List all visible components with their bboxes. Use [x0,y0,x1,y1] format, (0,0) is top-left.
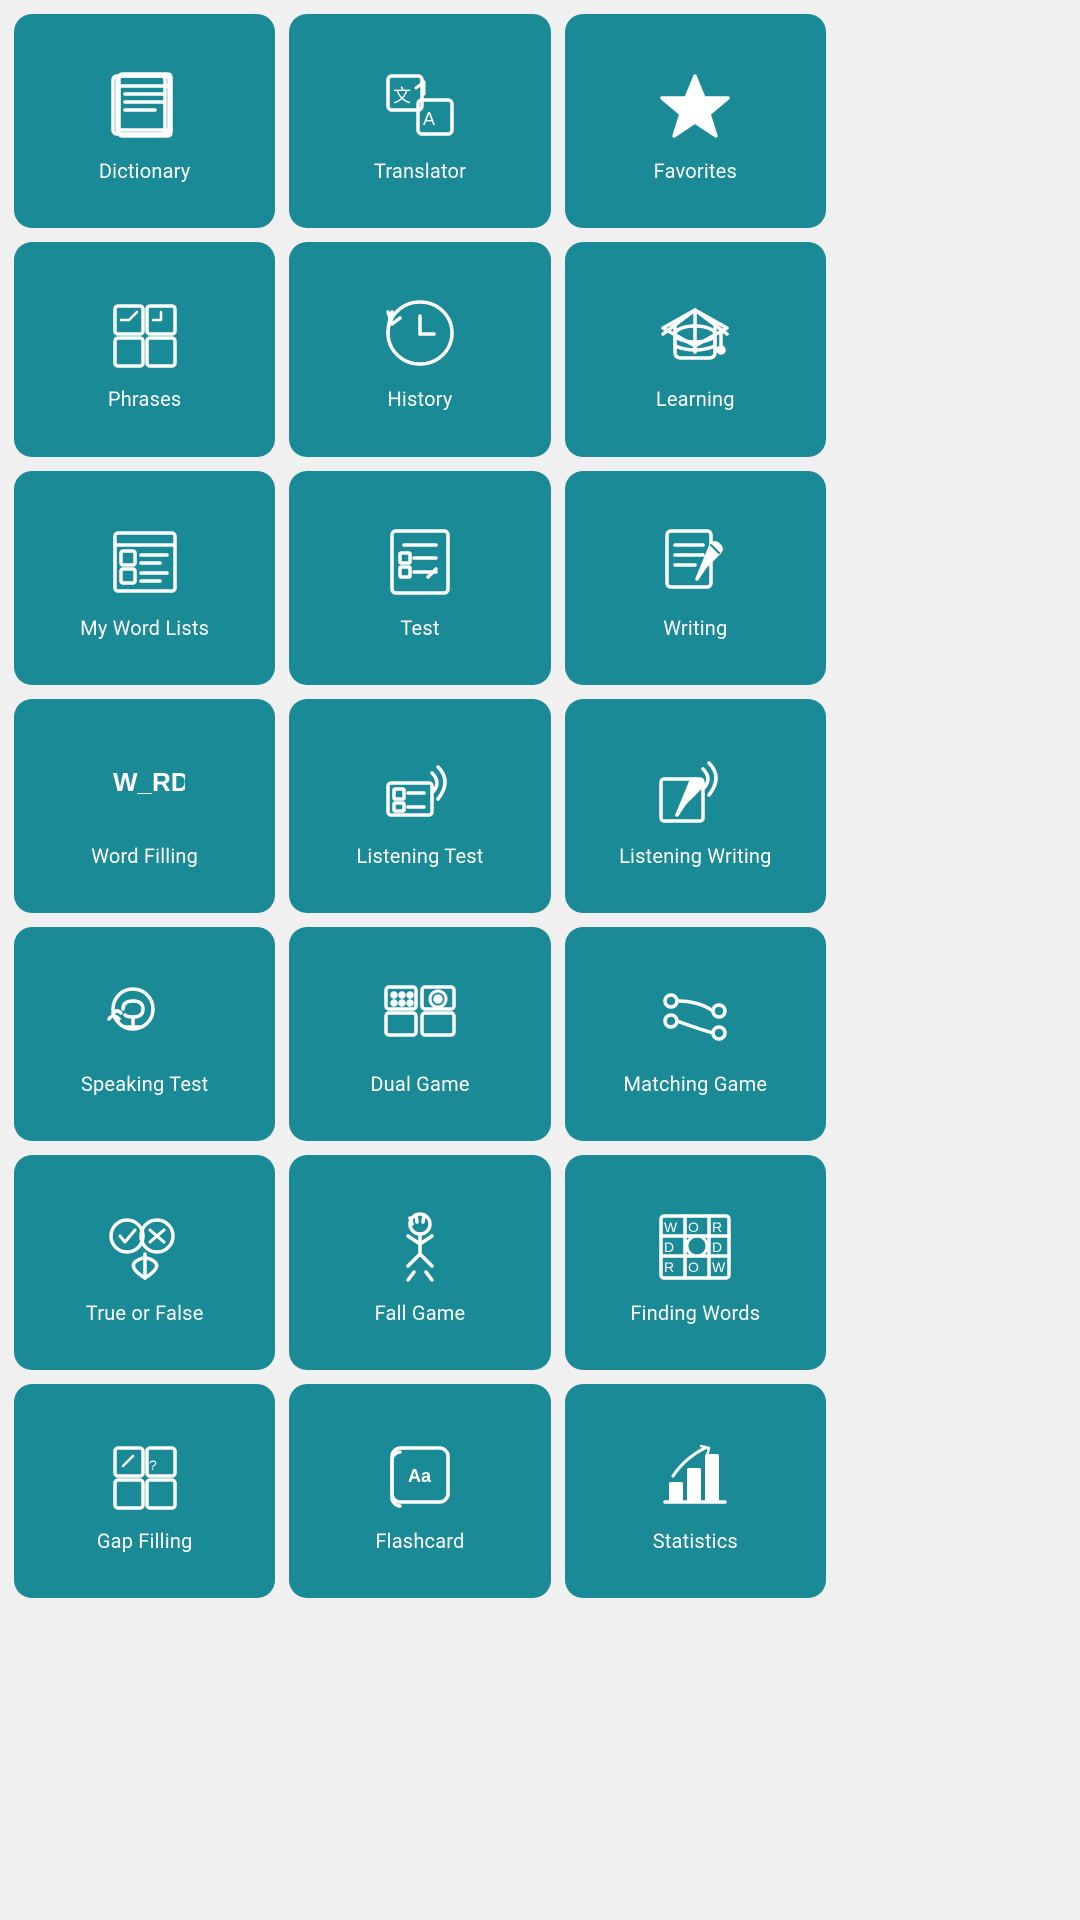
favorites-label: Favorites [654,159,737,183]
true-or-false-icon [100,1207,190,1287]
card-phrases[interactable]: Phrases [14,242,275,456]
svg-text:?: ? [149,1457,157,1473]
card-true-or-false[interactable]: True or False [14,1155,275,1369]
card-statistics[interactable]: Statistics [565,1384,826,1598]
card-fall-game[interactable]: Fall Game [289,1155,550,1369]
translator-icon: 文 A [375,65,465,145]
card-listening-writing[interactable]: Listening Writing [565,699,826,913]
true-or-false-label: True or False [86,1301,204,1325]
dual-game-icon [375,978,465,1058]
svg-text:文: 文 [393,86,411,106]
translator-label: Translator [374,159,466,183]
fall-game-icon [375,1207,465,1287]
phrases-label: Phrases [108,387,182,411]
flashcard-label: Flashcard [375,1529,464,1553]
card-test[interactable]: Test [289,471,550,685]
word-filling-icon: W_RD [100,750,190,830]
card-dual-game[interactable]: Dual Game [289,927,550,1141]
writing-label: Writing [663,616,727,640]
card-history[interactable]: History [289,242,550,456]
listening-writing-icon [650,750,740,830]
finding-words-label: Finding Words [630,1301,760,1325]
svg-text:W: W [664,1219,678,1235]
statistics-label: Statistics [653,1529,738,1553]
learning-label: Learning [656,387,735,411]
matching-game-icon [650,978,740,1058]
dictionary-icon [100,65,190,145]
card-flashcard[interactable]: Aa Flashcard [289,1384,550,1598]
my-word-lists-label: My Word Lists [80,616,209,640]
svg-text:W: W [712,1259,726,1275]
svg-text:D: D [712,1239,722,1255]
flashcard-icon: Aa [375,1435,465,1515]
card-learning[interactable]: Learning [565,242,826,456]
svg-text:Aa: Aa [408,1466,432,1486]
history-icon [375,293,465,373]
svg-text:O: O [688,1219,699,1235]
svg-text:R: R [664,1259,674,1275]
finding-words-icon: W O R D D R O W [650,1207,740,1287]
fall-game-label: Fall Game [375,1301,466,1325]
svg-text:W_RD: W_RD [113,767,185,797]
history-label: History [387,387,452,411]
listening-test-icon [375,750,465,830]
favorites-icon [650,65,740,145]
speaking-test-icon [100,978,190,1058]
card-favorites[interactable]: Favorites [565,14,826,228]
learning-icon [650,293,740,373]
card-dictionary[interactable]: Dictionary [14,14,275,228]
gap-filling-icon: ? [100,1435,190,1515]
phrases-icon [100,293,190,373]
gap-filling-label: Gap Filling [97,1529,193,1553]
card-word-filling[interactable]: W_RD Word Filling [14,699,275,913]
card-writing[interactable]: Writing [565,471,826,685]
statistics-icon [650,1435,740,1515]
word-filling-label: Word Filling [91,844,198,868]
my-word-lists-icon [100,522,190,602]
test-icon [375,522,465,602]
card-translator[interactable]: 文 A Translator [289,14,550,228]
card-listening-test[interactable]: Listening Test [289,699,550,913]
listening-test-label: Listening Test [356,844,483,868]
app-grid: Dictionary 文 A Translator Favorites Phra… [0,0,840,1612]
matching-game-label: Matching Game [623,1072,767,1096]
svg-text:R: R [712,1219,722,1235]
svg-text:O: O [688,1259,699,1275]
dictionary-label: Dictionary [99,159,191,183]
dual-game-label: Dual Game [370,1072,469,1096]
listening-writing-label: Listening Writing [619,844,772,868]
card-gap-filling[interactable]: ? Gap Filling [14,1384,275,1598]
card-matching-game[interactable]: Matching Game [565,927,826,1141]
svg-text:D: D [664,1239,674,1255]
card-speaking-test[interactable]: Speaking Test [14,927,275,1141]
speaking-test-label: Speaking Test [81,1072,208,1096]
svg-text:A: A [423,109,435,129]
card-finding-words[interactable]: W O R D D R O W Finding Words [565,1155,826,1369]
test-label: Test [400,616,439,640]
card-my-word-lists[interactable]: My Word Lists [14,471,275,685]
writing-icon [650,522,740,602]
